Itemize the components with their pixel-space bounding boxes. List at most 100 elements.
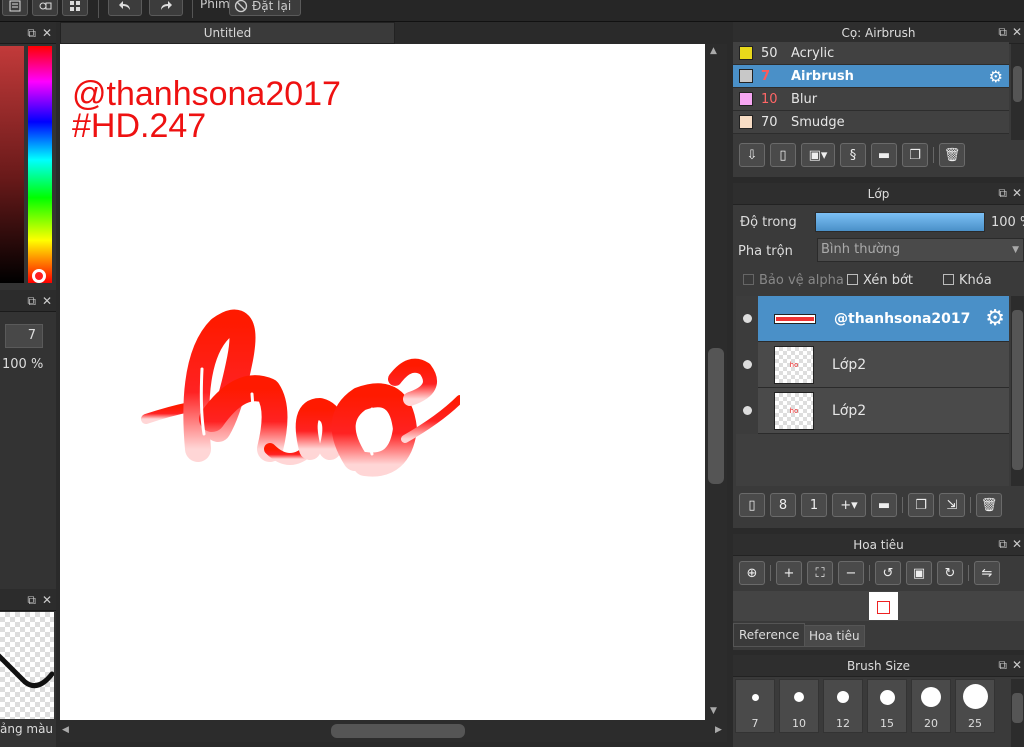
document-icon[interactable]	[2, 0, 28, 16]
close-icon[interactable]: ✕	[42, 295, 52, 307]
brush-list-scroll-thumb[interactable]	[1013, 66, 1022, 102]
brush-size-cell[interactable]: 25	[955, 679, 995, 733]
scroll-right-icon[interactable]: ▶	[715, 725, 722, 735]
layer-item[interactable]: ho Lớp2	[736, 341, 1009, 388]
gear-icon[interactable]: ⚙	[985, 306, 1005, 331]
brush-size-scroll-thumb[interactable]	[1012, 693, 1023, 723]
undo-icon[interactable]	[108, 0, 142, 16]
zoom-in-icon[interactable]: +	[776, 561, 802, 585]
layer-8bit-icon[interactable]: 8	[770, 493, 796, 517]
close-icon[interactable]: ✕	[42, 594, 52, 606]
popout-icon[interactable]: ⧉	[27, 27, 36, 39]
brush-item[interactable]: 50 Acrylic	[733, 42, 1009, 65]
close-icon[interactable]: ✕	[1012, 537, 1022, 552]
vertical-scroll-thumb[interactable]	[708, 348, 724, 484]
brush-item[interactable]: 10 Blur	[733, 88, 1009, 111]
layer-opacity-slider[interactable]	[815, 212, 985, 232]
drawing-canvas[interactable]: @thanhsona2017 #HD.247 hở	[60, 44, 705, 720]
trash-icon[interactable]: 🗑	[976, 493, 1002, 517]
close-icon[interactable]: ✕	[42, 27, 52, 39]
lock-checkbox[interactable]: Khóa	[943, 273, 992, 288]
reset-button[interactable]: Đặt lại	[229, 0, 301, 16]
close-icon[interactable]: ✕	[1012, 186, 1022, 201]
palette-label[interactable]: ảng màu	[0, 722, 53, 736]
popout-icon[interactable]: ⧉	[998, 25, 1007, 40]
trash-icon[interactable]: 🗑	[939, 143, 965, 167]
horizontal-scroll-thumb[interactable]	[331, 724, 465, 738]
close-icon[interactable]: ✕	[1012, 658, 1022, 673]
popout-icon[interactable]: ⧉	[27, 594, 36, 606]
popout-icon[interactable]: ⧉	[27, 295, 36, 307]
brush-size-dot	[837, 691, 849, 703]
brush-item-selected[interactable]: 7 Airbrush ⚙	[733, 65, 1009, 88]
scroll-left-icon[interactable]: ◀	[62, 725, 69, 735]
reset-view-icon[interactable]: ▣	[906, 561, 932, 585]
brush-item-name: Airbrush	[791, 68, 854, 84]
layer-item-selected[interactable]: @thanhsona2017 ⚙	[736, 295, 1009, 342]
brush-size-cell[interactable]: 10	[779, 679, 819, 733]
zoom-out-icon[interactable]: −	[838, 561, 864, 585]
gear-icon[interactable]: ⚙	[989, 67, 1003, 86]
merge-down-icon[interactable]: ⇲	[939, 493, 965, 517]
cloud-download-icon[interactable]: ⇩	[739, 143, 765, 167]
tab-navigator[interactable]: Hoa tiêu	[804, 625, 865, 647]
clip-checkbox[interactable]: Xén bớt	[847, 273, 913, 288]
brush-item[interactable]: 70 Smudge	[733, 111, 1009, 134]
brush-size-scrollbar[interactable]	[1011, 679, 1024, 747]
add-layer-dropdown-icon[interactable]: +▾	[832, 493, 866, 517]
tab-reference-label: Reference	[739, 628, 800, 642]
blend-mode-select[interactable]: Bình thường ▼	[817, 238, 1024, 262]
brush-type-dropdown-icon[interactable]: ▣▾	[801, 143, 835, 167]
color-shade-strip[interactable]	[0, 46, 24, 283]
horizontal-scrollbar[interactable]: ◀ ▶	[60, 720, 727, 742]
duplicate-icon[interactable]: ❐	[902, 143, 928, 167]
hue-slider[interactable]	[28, 46, 52, 283]
toolbar-divider	[770, 565, 771, 581]
layer-list-scrollbar[interactable]	[1011, 296, 1024, 486]
brush-size-field[interactable]: 7	[5, 324, 43, 348]
brush-size-cell[interactable]: 15	[867, 679, 907, 733]
folder-icon[interactable]: ▬	[871, 493, 897, 517]
scroll-up-icon[interactable]: ▲	[710, 46, 717, 56]
duplicate-icon[interactable]: ❐	[908, 493, 934, 517]
popout-icon[interactable]: ⧉	[998, 658, 1007, 673]
hue-slider-handle[interactable]	[32, 269, 46, 283]
layer-thumbnail	[774, 313, 816, 324]
visibility-icon[interactable]	[736, 341, 758, 388]
layer-list-scroll-thumb[interactable]	[1012, 310, 1023, 470]
visibility-icon[interactable]	[736, 387, 758, 434]
rotate-left-icon[interactable]: ↺	[875, 561, 901, 585]
flip-horizontal-icon[interactable]: ⇋	[974, 561, 1000, 585]
protect-alpha-label: Bảo vệ alpha	[759, 273, 844, 288]
popout-icon[interactable]: ⧉	[998, 186, 1007, 201]
popout-icon[interactable]: ⧉	[998, 537, 1007, 552]
brush-panel-header: Cọ: Airbrush ⧉ ✕	[733, 22, 1024, 44]
brush-size-cell[interactable]: 12	[823, 679, 863, 733]
new-brush-icon[interactable]: ▯	[770, 143, 796, 167]
visibility-icon[interactable]	[736, 295, 758, 342]
layer-item[interactable]: ho Lớp2	[736, 387, 1009, 434]
grid-icon[interactable]	[62, 0, 88, 16]
redo-icon[interactable]	[149, 0, 183, 16]
brush-settings-icon[interactable]: §	[840, 143, 866, 167]
new-layer-icon[interactable]: ▯	[739, 493, 765, 517]
fit-screen-icon[interactable]: ⛶	[807, 561, 833, 585]
scroll-down-icon[interactable]: ▼	[710, 706, 717, 716]
folder-icon[interactable]: ▬	[871, 143, 897, 167]
brush-list-scrollbar[interactable]	[1011, 44, 1024, 140]
close-icon[interactable]: ✕	[1012, 25, 1022, 40]
tools-icon[interactable]	[32, 0, 58, 16]
tab-reference[interactable]: Reference	[733, 623, 806, 647]
vertical-scrollbar[interactable]: ▲ ▼	[705, 44, 727, 720]
rotate-right-icon[interactable]: ↻	[937, 561, 963, 585]
protect-alpha-checkbox[interactable]: Bảo vệ alpha	[743, 273, 844, 288]
brush-size-cell[interactable]: 20	[911, 679, 951, 733]
zoom-actual-icon[interactable]: ⊕	[739, 561, 765, 585]
canvas-tab[interactable]: Untitled	[60, 22, 395, 44]
brush-size-cell[interactable]: 7	[735, 679, 775, 733]
navigator-preview[interactable]	[733, 591, 1024, 621]
layer-1bit-icon[interactable]: 1	[801, 493, 827, 517]
menu-label[interactable]: Phím	[200, 0, 230, 11]
brush-size-dot	[879, 690, 895, 705]
brush-item-size: 50	[761, 45, 778, 61]
